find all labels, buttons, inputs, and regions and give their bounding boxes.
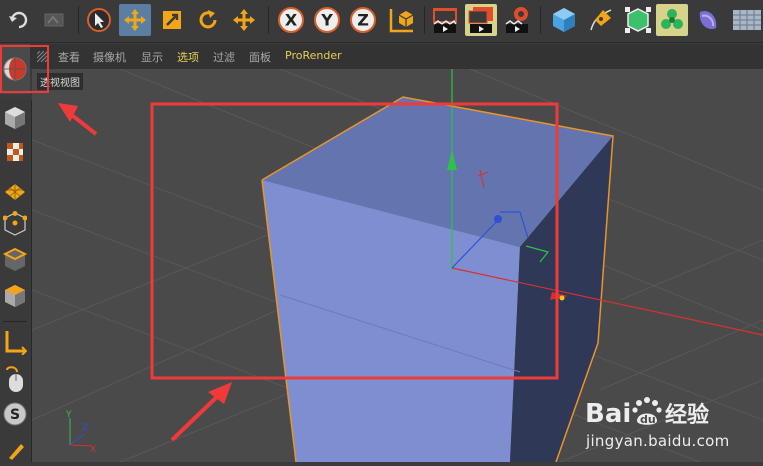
move-icon <box>124 9 146 31</box>
svg-text:Bai: Bai <box>585 399 631 429</box>
move-tool-button[interactable] <box>119 4 151 36</box>
y-axis-icon: Y <box>314 7 340 33</box>
menu-panel[interactable]: 面板 <box>249 49 271 65</box>
live-select-icon <box>233 9 255 31</box>
x-axis-icon: X <box>278 7 304 33</box>
menu-options[interactable]: 选项 <box>177 49 199 65</box>
edges-mode-button[interactable] <box>0 244 30 276</box>
cube-object[interactable] <box>261 96 614 462</box>
brush-icon <box>9 444 24 460</box>
texture-axis-button[interactable] <box>0 174 30 206</box>
render-view-button[interactable] <box>429 4 461 36</box>
svg-text:经验: 经验 <box>665 402 709 428</box>
coordinate-system-button[interactable] <box>385 4 419 36</box>
world-axis-indicator: Y Z X <box>65 410 96 455</box>
scale-tool-button[interactable] <box>156 4 188 36</box>
make-editable-button[interactable] <box>0 102 30 134</box>
menu-prorender[interactable]: ProRender <box>285 49 342 62</box>
redo-button[interactable] <box>38 4 70 36</box>
snapping-button[interactable]: S <box>0 398 30 430</box>
axis-label-x: X <box>90 445 96 455</box>
menu-view[interactable]: 查看 <box>58 49 80 65</box>
undo-button[interactable] <box>4 4 34 36</box>
texture-mode-button[interactable] <box>0 136 30 168</box>
z-axis-icon: Z <box>350 7 376 33</box>
cloner-icon <box>661 9 683 29</box>
subdivision-button[interactable] <box>621 4 655 36</box>
menu-display[interactable]: 显示 <box>141 49 163 65</box>
x-axis-letter: X <box>285 11 298 30</box>
menu-cameras[interactable]: 摄像机 <box>93 49 126 65</box>
cube-primitive-icon <box>553 8 575 32</box>
select-arrow-icon <box>87 8 111 32</box>
menu-filter[interactable]: 过滤 <box>213 49 235 65</box>
rotate-icon <box>199 10 217 29</box>
baidu-jingyan-logo: Bai du 经验 <box>585 397 709 429</box>
select-tool-button[interactable] <box>83 4 115 36</box>
snapping-icon: S <box>3 402 27 426</box>
edges-mode-icon <box>3 247 27 271</box>
redo-icon <box>44 13 64 27</box>
coordinate-system-icon <box>389 9 414 33</box>
grid-plane-icon <box>5 184 25 200</box>
viewport-menu-bar: 查看 摄像机 显示 选项 过滤 面板 ProRender <box>0 44 763 69</box>
pen-spline-icon <box>590 9 612 31</box>
render-view-icon <box>433 8 457 33</box>
make-editable-icon <box>5 107 25 129</box>
svg-text:S: S <box>10 407 20 423</box>
cube-primitive-button[interactable] <box>547 4 581 36</box>
texture-checker-icon <box>7 143 23 161</box>
svg-text:du: du <box>640 413 656 426</box>
polygons-mode-icon <box>5 285 25 307</box>
subdivision-icon <box>625 7 651 33</box>
pen-spline-button[interactable] <box>584 4 618 36</box>
render-settings-icon <box>505 7 528 33</box>
scale-icon <box>163 11 181 29</box>
x-axis-lock-button[interactable]: X <box>275 4 307 36</box>
undo-icon <box>9 11 28 29</box>
highlight-box-corner <box>0 45 49 93</box>
z-axis-letter: Z <box>357 11 369 30</box>
floor-button[interactable] <box>728 4 763 36</box>
rotate-tool-button[interactable] <box>192 4 224 36</box>
z-axis-lock-button[interactable]: Z <box>347 4 379 36</box>
render-settings-button[interactable] <box>501 4 533 36</box>
points-mode-button[interactable] <box>0 208 30 240</box>
render-picture-viewer-icon <box>468 7 493 33</box>
points-mode-icon <box>3 211 27 236</box>
axis-label-z: Z <box>82 423 88 433</box>
floor-icon <box>732 10 761 30</box>
brush-tool-button[interactable] <box>0 434 30 466</box>
deformer-button[interactable] <box>692 4 724 36</box>
y-axis-letter: Y <box>320 11 333 30</box>
y-axis-lock-button[interactable]: Y <box>311 4 343 36</box>
left-toolbar: S <box>0 100 32 462</box>
main-toolbar: X Y Z <box>0 0 763 43</box>
model-axis-icon <box>5 331 27 355</box>
live-select-button[interactable] <box>228 4 260 36</box>
axis-label-y: Y <box>65 410 72 420</box>
tweak-mode-button[interactable] <box>0 364 30 396</box>
deformer-icon <box>699 10 717 30</box>
mouse-tweak-icon <box>6 366 23 392</box>
polygons-mode-button[interactable] <box>0 280 30 312</box>
watermark-url: jingyan.baidu.com <box>586 432 730 450</box>
render-picture-viewer-button[interactable] <box>465 4 497 36</box>
model-mode-button[interactable] <box>0 326 30 358</box>
cloner-button[interactable] <box>656 4 688 36</box>
